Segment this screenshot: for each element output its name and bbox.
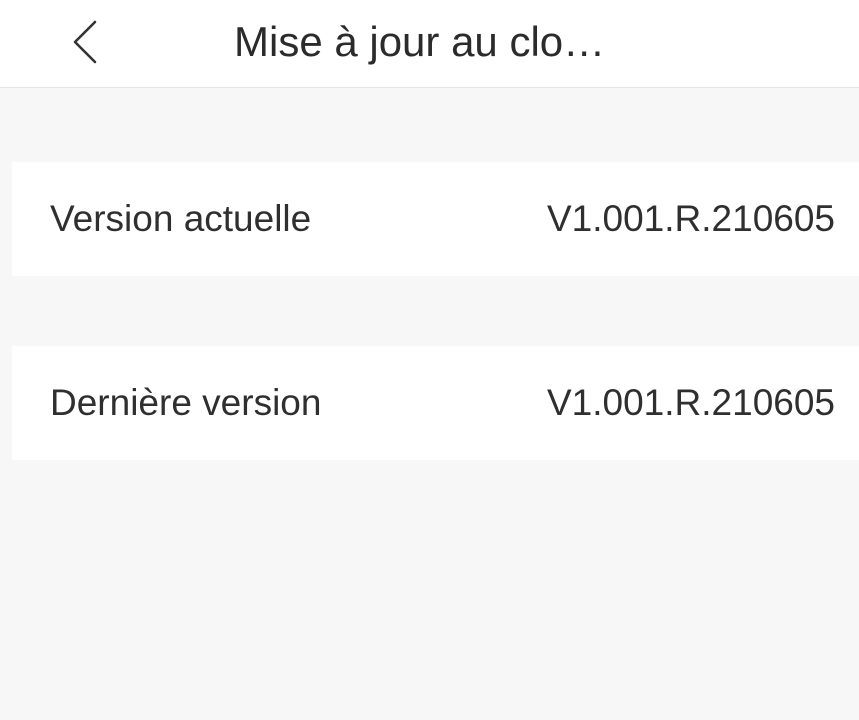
current-version-label: Version actuelle — [50, 198, 312, 239]
latest-version-label: Dernière version — [50, 382, 322, 423]
section-spacer — [12, 88, 859, 162]
current-version-row: Version actuelle V1.001.R.210605 — [12, 162, 859, 276]
latest-version-value: V1.001.R.210605 — [546, 382, 835, 423]
chevron-left-icon — [73, 20, 97, 64]
current-version-value: V1.001.R.210605 — [546, 198, 835, 239]
section-spacer — [12, 276, 859, 346]
app-screen: Mise à jour au clo… Version actuelle V1.… — [0, 0, 859, 720]
top-bar: Mise à jour au clo… — [0, 0, 859, 88]
empty-area — [12, 460, 859, 720]
back-button[interactable] — [60, 14, 110, 70]
latest-version-row: Dernière version V1.001.R.210605 — [12, 346, 859, 460]
page-title: Mise à jour au clo… — [234, 18, 606, 65]
